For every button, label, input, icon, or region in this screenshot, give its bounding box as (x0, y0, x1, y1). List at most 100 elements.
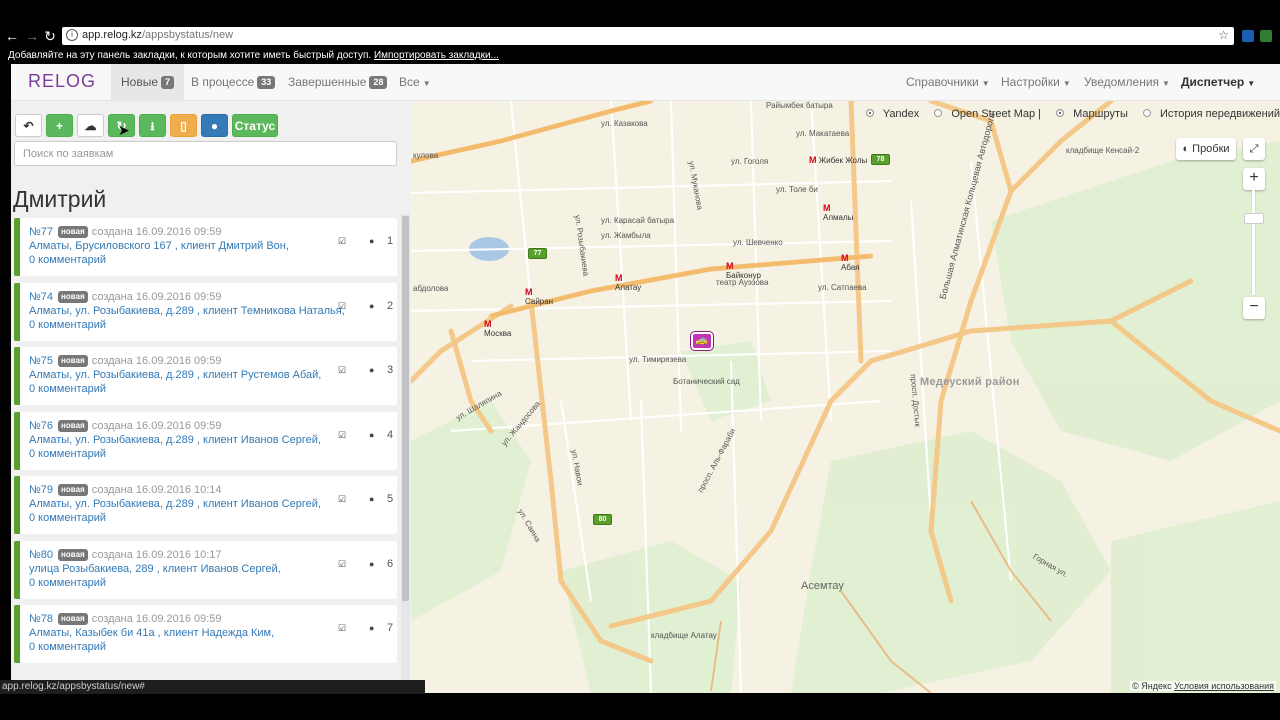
order-comments[interactable]: 0 комментарий (29, 383, 106, 395)
place-label: Асемтау (801, 580, 844, 592)
order-comments[interactable]: 0 комментарий (29, 641, 106, 653)
order-address[interactable]: Алматы, ул. Розыбакиева, д.289 , клиент … (29, 434, 321, 446)
order-card[interactable]: №75 новая создана 16.09.2016 09:59 Алматы,… (14, 347, 397, 405)
checkbox-icon[interactable]: ☑ (338, 494, 346, 505)
vehicle-marker[interactable]: 77 (528, 248, 547, 259)
order-number[interactable]: №75 (29, 355, 53, 367)
address-bar[interactable]: i app.relog.kz/appsbystatus/new ☆ (62, 27, 1234, 45)
map-view[interactable]: ул. Казакова Райымбек батыра ул. Макатае… (411, 101, 1280, 693)
layer-routes[interactable]: Маршруты (1050, 108, 1128, 120)
taxi-icon[interactable]: 🚕 (691, 332, 713, 350)
order-number[interactable]: №74 (29, 291, 53, 303)
map-pin-icon[interactable]: ● (369, 494, 374, 504)
traffic-light-icon: ◐ (1182, 143, 1190, 155)
relog-logo[interactable]: RELOG (27, 70, 101, 92)
created-date: создана 16.09.2016 09:59 (91, 419, 222, 432)
reload-icon[interactable]: ↻ (42, 28, 58, 44)
order-card[interactable]: №80 новая создана 16.09.2016 10:17 улица Р… (14, 540, 397, 599)
order-card[interactable]: №78 новая создана 16.09.2016 09:59 Алматы,… (14, 605, 397, 663)
add-button[interactable]: + (46, 114, 73, 137)
checkbox-icon[interactable]: ☑ (338, 301, 346, 312)
search-orders-input[interactable] (14, 141, 397, 166)
map-pin-icon[interactable]: ● (369, 236, 374, 246)
map-pin-icon[interactable]: ● (369, 559, 374, 569)
order-comments[interactable]: 0 комментарий (29, 512, 106, 524)
order-index: 7 (387, 622, 394, 634)
tab-all[interactable]: Все ▼ (389, 64, 441, 101)
map-pin-icon[interactable]: ● (369, 623, 374, 633)
metro-station: М Абая (841, 253, 860, 272)
checkbox-icon[interactable]: ☑ (338, 430, 346, 441)
map-pin-icon[interactable]: ● (369, 430, 374, 440)
layer-osm[interactable]: Open Street Map | (928, 108, 1041, 120)
zoom-slider-track[interactable] (1252, 187, 1255, 295)
order-card[interactable]: №77 новая создана 16.09.2016 09:59 Алматы,… (14, 218, 397, 276)
order-number[interactable]: №78 (29, 613, 53, 625)
forward-icon[interactable]: → (24, 28, 40, 44)
assign-user-button[interactable]: ● (201, 114, 228, 137)
order-card[interactable]: №79 новая создана 16.09.2016 10:14 Алматы,… (14, 476, 397, 534)
info-icon[interactable]: i (66, 29, 78, 41)
metro-station: М Жибек Жолы (809, 155, 868, 165)
menu-references[interactable]: Справочники ▼ (906, 64, 990, 101)
map-canvas[interactable] (411, 101, 1280, 693)
extension-icon[interactable] (1242, 30, 1254, 42)
order-header: №75 новая создана 16.09.2016 09:59 (29, 355, 222, 367)
zoom-slider-thumb[interactable] (1244, 213, 1264, 224)
tab-completed[interactable]: Завершенные 28 (278, 64, 397, 101)
status-badge: новая (58, 226, 88, 238)
caret-down-icon: ▼ (1247, 79, 1256, 88)
terms-link[interactable]: Условия использования (1174, 681, 1274, 691)
created-date: создана 16.09.2016 09:59 (91, 290, 222, 303)
order-address[interactable]: Алматы, Брусиловского 167 , клиент Дмитр… (29, 240, 289, 252)
vehicle-marker[interactable]: 80 (593, 514, 612, 525)
layer-history[interactable]: История передвижений (1137, 108, 1280, 120)
bookmark-star-icon[interactable]: ☆ (1218, 28, 1229, 42)
order-comments[interactable]: 0 комментарий (29, 448, 106, 460)
back-icon[interactable]: ← (4, 28, 20, 44)
order-comments[interactable]: 0 комментарий (29, 254, 106, 266)
checkbox-icon[interactable]: ☑ (338, 559, 346, 570)
checkbox-icon[interactable]: ☑ (338, 236, 346, 247)
tab-in-progress[interactable]: В процессе 33 (181, 64, 285, 101)
place-label: кладбище Кенсай-2 (1066, 146, 1140, 155)
back-button[interactable]: ↶ (15, 114, 42, 137)
order-address[interactable]: Алматы, ул. Розыбакиева, д.289 , клиент … (29, 498, 321, 510)
order-address[interactable]: улица Розыбакиева, 289 , клиент Иванов С… (29, 563, 281, 575)
delete-button[interactable]: ▯ (170, 114, 197, 137)
order-address[interactable]: Алматы, ул. Розыбакиева, д.289 , клиент … (29, 369, 321, 381)
radio-icon (1142, 109, 1151, 117)
order-number[interactable]: №79 (29, 484, 53, 496)
count-badge: 33 (257, 76, 276, 89)
order-address[interactable]: Алматы, Казыбек би 41а , клиент Надежда … (29, 627, 274, 639)
order-address[interactable]: Алматы, ул. Розыбакиева, д.289 , клиент … (29, 305, 345, 317)
order-comments[interactable]: 0 комментарий (29, 319, 106, 331)
traffic-button[interactable]: ◐ Пробки (1176, 138, 1236, 160)
order-number[interactable]: №80 (29, 549, 53, 561)
metro-icon: М (484, 319, 492, 329)
order-number[interactable]: №77 (29, 226, 53, 238)
order-card[interactable]: №76 новая создана 16.09.2016 09:59 Алматы,… (14, 411, 397, 470)
order-number[interactable]: №76 (29, 420, 53, 432)
checkbox-icon[interactable]: ☑ (338, 365, 346, 376)
menu-settings[interactable]: Настройки ▼ (1001, 64, 1071, 101)
upload-button[interactable]: ☁ (77, 114, 104, 137)
status-button[interactable]: Статус (232, 114, 278, 137)
map-pin-icon[interactable]: ● (369, 301, 374, 311)
vehicle-marker[interactable]: 78 (871, 154, 890, 165)
extension-icon[interactable] (1260, 30, 1272, 42)
map-pin-icon[interactable]: ● (369, 365, 374, 375)
zoom-out-button[interactable]: − (1243, 297, 1265, 319)
download-button[interactable]: ⭳ (139, 114, 166, 137)
menu-notifications[interactable]: Уведомления ▼ (1084, 64, 1170, 101)
order-card[interactable]: №74 новая создана 16.09.2016 09:59 Алматы,… (14, 282, 397, 341)
import-bookmarks-link[interactable]: Импортировать закладки... (374, 50, 499, 61)
layer-yandex[interactable]: Yandex (860, 108, 919, 120)
fullscreen-button[interactable]: ⤢ (1243, 138, 1265, 160)
order-comments[interactable]: 0 комментарий (29, 577, 106, 589)
tab-new[interactable]: Новые 7 (111, 64, 185, 101)
checkbox-icon[interactable]: ☑ (338, 623, 346, 634)
orders-list: №77 новая создана 16.09.2016 09:59 Алматы,… (14, 218, 397, 670)
menu-dispatcher[interactable]: Диспетчер ▼ (1181, 64, 1255, 101)
scrollbar-thumb[interactable] (402, 216, 409, 601)
